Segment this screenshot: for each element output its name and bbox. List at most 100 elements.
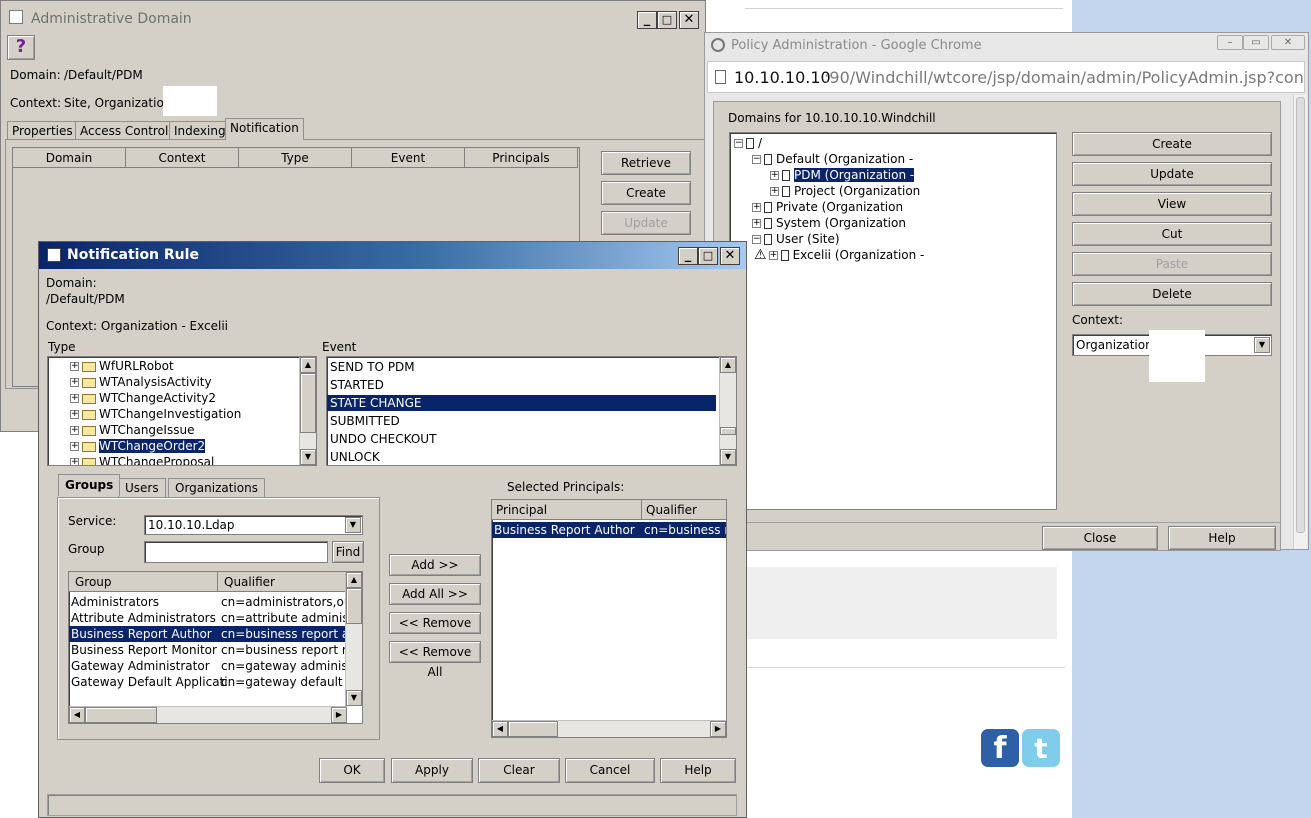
scroll-down-icon[interactable]: ▼ <box>346 690 362 706</box>
type-item[interactable]: + WTChangeProposal <box>70 454 316 465</box>
event-item[interactable]: STARTED <box>327 377 718 393</box>
tree-node-pdm[interactable]: + PDM (Organization - <box>770 167 1056 183</box>
group-table[interactable]: Group Qualifier Administrators cn=adminis… <box>68 571 363 724</box>
col-selected-qualifier[interactable]: Qualifier <box>642 500 726 520</box>
selected-hscroll-thumb[interactable] <box>508 721 558 737</box>
event-item[interactable]: UNLOCK <box>327 449 718 465</box>
help-button[interactable]: Help <box>660 758 736 783</box>
policy-delete-button[interactable]: Delete <box>1072 282 1272 306</box>
col-qualifier[interactable]: Qualifier <box>218 572 348 592</box>
cancel-button[interactable]: Cancel <box>565 758 655 783</box>
chrome-scroll-thumb[interactable] <box>1296 97 1305 533</box>
add-all-button[interactable]: Add All >> <box>389 583 481 605</box>
chrome-minimize-button[interactable]: – <box>1217 35 1243 50</box>
policy-help-button[interactable]: Help <box>1168 526 1276 550</box>
scroll-up-icon[interactable]: ▲ <box>346 572 362 588</box>
chrome-restore-button[interactable]: ▭ <box>1243 35 1269 50</box>
type-scroll-thumb[interactable] <box>300 373 316 433</box>
tree-node-system[interactable]: + System (Organization <box>752 215 1056 231</box>
col-context[interactable]: Context <box>126 148 239 168</box>
col-type[interactable]: Type <box>239 148 352 168</box>
chevron-down-icon[interactable]: ▼ <box>1254 337 1270 353</box>
help-question-button[interactable]: ? <box>7 35 35 60</box>
type-tree[interactable]: + WfURLRobot + WTAnalysisActivity + WTChang… <box>47 356 317 466</box>
tab-groups[interactable]: Groups <box>58 474 121 496</box>
tree-node-project[interactable]: + Project (Organization <box>770 183 1056 199</box>
remove-button[interactable]: << Remove <box>389 612 481 634</box>
close-button[interactable]: ✕ <box>679 11 699 29</box>
selected-principal-row[interactable]: Business Report Authorcn=business re <box>492 522 726 538</box>
dialog-close-button[interactable]: ✕ <box>720 247 740 265</box>
update-button[interactable]: Update <box>601 211 691 235</box>
col-principal[interactable]: Principal <box>492 500 642 520</box>
tab-organizations[interactable]: Organizations <box>168 478 265 497</box>
add-button[interactable]: Add >> <box>389 554 481 576</box>
group-vscroll-thumb[interactable] <box>346 588 362 624</box>
minimize-button[interactable]: _ <box>637 11 657 29</box>
chrome-page-scrollbar[interactable] <box>1293 95 1307 549</box>
group-vscroll[interactable]: ▲ ▼ <box>345 572 362 706</box>
tab-properties[interactable]: Properties <box>7 121 78 140</box>
event-scrollbar[interactable]: ▲ ▼ <box>719 357 736 465</box>
tab-users[interactable]: Users <box>118 478 166 497</box>
maximize-button[interactable]: □ <box>657 11 677 29</box>
group-search-input[interactable] <box>144 541 328 563</box>
group-hscroll-thumb[interactable] <box>85 707 157 723</box>
policy-view-button[interactable]: View <box>1072 192 1272 216</box>
group-hscroll[interactable]: ◀ ▶ <box>69 706 347 723</box>
type-scrollbar[interactable]: ▲ ▼ <box>299 357 316 465</box>
tab-notification[interactable]: Notification <box>225 118 304 140</box>
chevron-down-icon[interactable]: ▼ <box>345 517 361 533</box>
domain-tree[interactable]: − / − Default (Organization - + PDM (Organi… <box>729 132 1057 510</box>
col-principals[interactable]: Principals <box>465 148 578 168</box>
address-bar[interactable]: 10.10.10.10 :90/Windchill/wtcore/jsp/dom… <box>707 61 1305 93</box>
scroll-right-icon[interactable]: ▶ <box>331 707 347 723</box>
policy-close-button[interactable]: Close <box>1042 526 1158 550</box>
col-event[interactable]: Event <box>352 148 465 168</box>
type-item[interactable]: + WTAnalysisActivity <box>70 374 316 390</box>
clear-button[interactable]: Clear <box>478 758 560 783</box>
type-item-selected[interactable]: + WTChangeOrder2 <box>70 438 316 454</box>
event-item-selected[interactable]: STATE CHANGE <box>327 395 716 411</box>
tab-access-control[interactable]: Access Control <box>75 121 174 140</box>
find-button[interactable]: Find <box>332 541 364 563</box>
selected-principals-table[interactable]: Principal Qualifier Business Report Auth… <box>491 499 727 738</box>
scroll-left-icon[interactable]: ◀ <box>492 721 508 737</box>
dialog-maximize-button[interactable]: □ <box>698 247 718 265</box>
group-row[interactable]: Attribute Administrators cn=attribute adm… <box>69 610 345 626</box>
group-row[interactable]: Gateway Default Applicati cn=gateway defa… <box>69 674 345 690</box>
selected-hscroll[interactable]: ◀ ▶ <box>492 720 726 737</box>
tree-node-root[interactable]: − / <box>734 135 1056 151</box>
apply-button[interactable]: Apply <box>391 758 473 783</box>
dialog-minimize-button[interactable]: _ <box>678 247 698 265</box>
group-row[interactable]: Business Report Monitor cn=business repor… <box>69 642 345 658</box>
type-item[interactable]: + WfURLRobot <box>70 358 316 374</box>
event-item[interactable]: UNDO CHECKOUT <box>327 431 718 447</box>
group-row[interactable]: Administrators cn=administrators,ou <box>69 594 345 610</box>
tree-node-excelii[interactable]: ⚠ + Excelii (Organization - <box>754 247 1056 263</box>
group-row-selected[interactable]: Business Report Author cn=business report… <box>69 626 345 642</box>
event-item[interactable]: SEND TO PDM <box>327 359 718 375</box>
tab-indexing[interactable]: Indexing <box>169 121 231 140</box>
policy-paste-button[interactable]: Paste <box>1072 252 1272 276</box>
ok-button[interactable]: OK <box>319 758 385 783</box>
type-item[interactable]: + WTChangeIssue <box>70 422 316 438</box>
scroll-right-icon[interactable]: ▶ <box>710 721 726 737</box>
create-button[interactable]: Create <box>601 181 691 205</box>
tree-node-private[interactable]: + Private (Organization <box>752 199 1056 215</box>
type-item[interactable]: + WTChangeInvestigation <box>70 406 316 422</box>
scroll-up-icon[interactable]: ▲ <box>720 357 736 373</box>
col-domain[interactable]: Domain <box>13 148 126 168</box>
policy-create-button[interactable]: Create <box>1072 132 1272 156</box>
col-group[interactable]: Group <box>69 572 218 592</box>
scroll-up-icon[interactable]: ▲ <box>300 357 316 373</box>
policy-cut-button[interactable]: Cut <box>1072 222 1272 246</box>
twitter-icon[interactable]: t <box>1022 729 1060 767</box>
retrieve-button[interactable]: Retrieve <box>601 151 691 175</box>
scroll-down-icon[interactable]: ▼ <box>300 449 316 465</box>
policy-update-button[interactable]: Update <box>1072 162 1272 186</box>
scroll-left-icon[interactable]: ◀ <box>69 707 85 723</box>
tree-node-user[interactable]: − User (Site) <box>752 231 1056 247</box>
tree-node-default[interactable]: − Default (Organization - <box>752 151 1056 167</box>
facebook-icon[interactable]: f <box>981 729 1019 767</box>
